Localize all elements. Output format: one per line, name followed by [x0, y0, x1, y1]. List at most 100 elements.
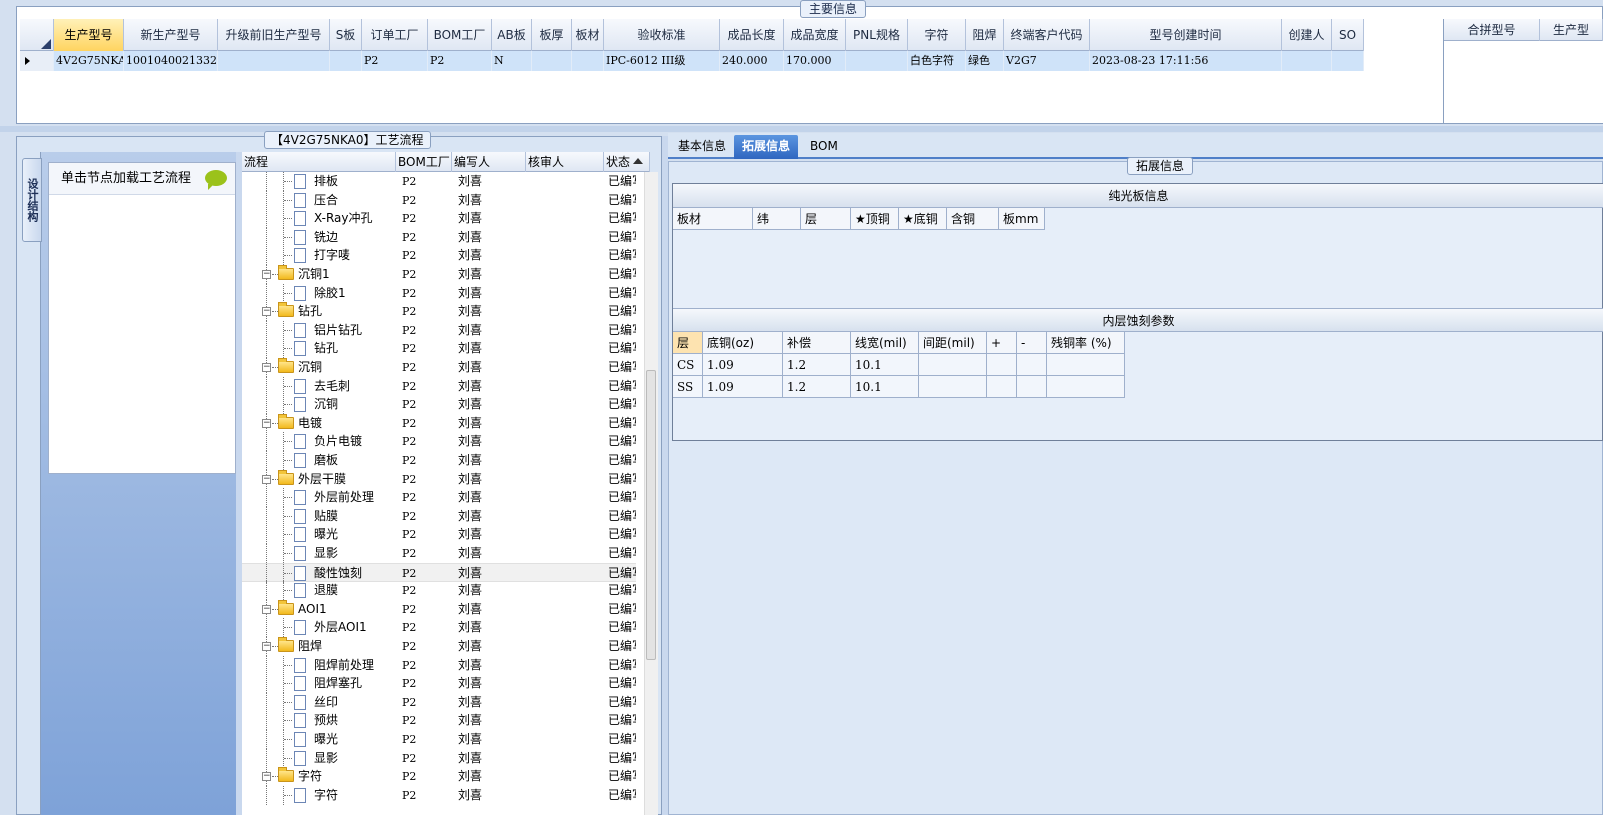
col-header[interactable]: 板材 — [572, 19, 604, 51]
tree-node[interactable]: 除胶1 — [242, 283, 396, 303]
tree-row[interactable]: 贴膜 P2 刘喜 已编写 — [242, 506, 636, 526]
tree-row[interactable]: X-Ray冲孔 P2 刘喜 已编写 — [242, 209, 636, 229]
table-cell[interactable]: 白色字符 — [908, 51, 966, 71]
tree-node[interactable]: 外层前处理 — [242, 488, 396, 508]
table-cell[interactable]: 2023-08-23 17:11:56 — [1090, 51, 1282, 71]
tree-node[interactable]: − AOI1 — [242, 599, 396, 619]
inner-etch-col-header[interactable]: 线宽(mil) — [851, 332, 919, 354]
pure-board-col-header[interactable]: ★顶铜 — [851, 208, 899, 230]
tree-node[interactable]: 外层AOI1 — [242, 618, 396, 638]
pure-board-col-header[interactable]: 板mm — [999, 208, 1045, 230]
table-cell[interactable] — [1282, 51, 1332, 71]
tree-row[interactable]: 外层前处理 P2 刘喜 已编写 — [242, 488, 636, 508]
table-cell[interactable]: CS — [673, 354, 703, 376]
tree-row[interactable]: 丝印 P2 刘喜 已编写 — [242, 692, 636, 712]
tree-node[interactable]: 贴膜 — [242, 506, 396, 526]
tree-node[interactable]: − 钻孔 — [242, 302, 396, 322]
col-header[interactable]: 创建人 — [1282, 19, 1332, 51]
tree-node[interactable]: 铣边 — [242, 227, 396, 247]
tree-node[interactable]: 排板 — [242, 172, 396, 191]
table-cell[interactable]: 10.1 — [851, 376, 919, 398]
tree-node[interactable]: 酸性蚀刻 — [242, 563, 396, 583]
pure-board-col-header[interactable]: 含铜 — [947, 208, 999, 230]
tree-node[interactable]: 沉铜 — [242, 395, 396, 415]
table-cell[interactable]: 10010400213321 — [124, 51, 218, 71]
table-cell[interactable] — [987, 354, 1017, 376]
col-header[interactable]: 生产型 — [1540, 19, 1603, 41]
table-cell[interactable]: 10.1 — [851, 354, 919, 376]
speech-bubble-icon[interactable] — [205, 170, 227, 190]
tree-node[interactable]: 丝印 — [242, 692, 396, 712]
col-header[interactable]: BOM工厂 — [428, 19, 492, 51]
table-cell[interactable] — [532, 51, 572, 71]
tree-node[interactable]: 显影 — [242, 544, 396, 563]
col-header[interactable]: 升级前旧生产型号 — [218, 19, 330, 51]
tree-node[interactable]: 去毛刺 — [242, 376, 396, 396]
pure-board-col-header[interactable]: 纬 — [753, 208, 801, 230]
nav-header[interactable]: 单击节点加载工艺流程 — [49, 163, 235, 195]
tree-node[interactable]: 压合 — [242, 190, 396, 210]
tree-row[interactable]: − 电镀 P2 刘喜 已编写 — [242, 413, 636, 433]
collapse-icon[interactable]: − — [262, 418, 271, 428]
col-header[interactable]: 合拼型号 — [1444, 19, 1540, 41]
tab-bom[interactable]: BOM — [802, 135, 846, 159]
process-tree-grid[interactable]: 流程 BOM工厂 编写人 核审人 状态 排板P2刘喜已编写压合P2刘喜已编写X-… — [242, 152, 650, 815]
table-cell[interactable]: 1.2 — [783, 376, 851, 398]
table-cell[interactable]: IPC-6012 III级 — [604, 51, 720, 71]
tab-extended-info[interactable]: 拓展信息 — [734, 135, 799, 159]
col-header[interactable]: S板 — [330, 19, 362, 51]
table-row[interactable]: CS 1.09 1.2 10.1 — [673, 354, 1125, 376]
merge-model-grid[interactable]: 合拼型号 生产型 — [1444, 19, 1603, 123]
tree-row[interactable]: − 字符 P2 刘喜 已编写 — [242, 767, 636, 787]
select-all-corner[interactable] — [20, 19, 54, 51]
tree-node[interactable]: 曝光 — [242, 730, 396, 749]
tab-design-structure[interactable]: 设计结构 — [22, 158, 42, 242]
tree-row[interactable]: 磨板 P2 刘喜 已编写 — [242, 451, 636, 470]
table-row[interactable]: SS 1.09 1.2 10.1 — [673, 376, 1125, 398]
tree-row[interactable]: − 沉铜 P2 刘喜 已编写 — [242, 358, 636, 377]
tree-row[interactable]: − AOI1 P2 刘喜 已编写 — [242, 599, 636, 619]
table-cell[interactable] — [1017, 354, 1047, 376]
tree-node[interactable]: 显影 — [242, 748, 396, 768]
tree-node[interactable]: 钻孔 — [242, 339, 396, 359]
tree-row[interactable]: − 沉铜1 P2 刘喜 已编写 — [242, 265, 636, 284]
tree-node[interactable]: 预烘 — [242, 711, 396, 731]
tree-node[interactable]: X-Ray冲孔 — [242, 209, 396, 229]
pure-board-col-header[interactable]: 层 — [801, 208, 851, 230]
tree-node[interactable]: − 外层干膜 — [242, 469, 396, 489]
col-reviewer[interactable]: 核审人 — [526, 152, 604, 172]
table-cell[interactable] — [1332, 51, 1364, 71]
tree-node[interactable]: − 沉铜1 — [242, 265, 396, 284]
inner-etch-col-header[interactable]: 残铜率 (%) — [1047, 332, 1125, 354]
col-header[interactable]: 成品长度 — [720, 19, 784, 51]
tree-row[interactable]: 负片电镀 P2 刘喜 已编写 — [242, 432, 636, 452]
collapse-icon[interactable]: − — [262, 363, 271, 372]
inner-etch-grid[interactable]: 层底铜(oz) 补偿 线宽(mil) 间距(mil) + - 残铜率 (%) CS 1.09 1.… — [673, 332, 1125, 398]
collapse-icon[interactable]: − — [262, 642, 271, 651]
tree-node[interactable]: 曝光 — [242, 525, 396, 545]
tree-node[interactable]: 退膜 — [242, 581, 396, 601]
tree-node[interactable]: − 沉铜 — [242, 358, 396, 377]
col-header[interactable]: 成品宽度 — [784, 19, 846, 51]
tree-node[interactable]: − 阻焊 — [242, 637, 396, 656]
table-cell[interactable]: P2 — [428, 51, 492, 71]
inner-etch-col-header[interactable]: - — [1017, 332, 1047, 354]
tree-row[interactable]: 曝光 P2 刘喜 已编写 — [242, 525, 636, 545]
tree-row[interactable]: 显影 P2 刘喜 已编写 — [242, 544, 636, 563]
col-header[interactable]: 字符 — [908, 19, 966, 51]
inner-etch-col-header[interactable]: 层 — [673, 332, 703, 354]
tree-row[interactable]: 排板 P2 刘喜 已编写 — [242, 172, 636, 191]
tree-node[interactable]: − 电镀 — [242, 413, 396, 433]
tree-row[interactable]: 压合 P2 刘喜 已编写 — [242, 190, 636, 210]
table-cell[interactable]: 1.09 — [703, 376, 783, 398]
tree-node[interactable]: 打字唛 — [242, 246, 396, 266]
tree-row[interactable]: − 阻焊 P2 刘喜 已编写 — [242, 637, 636, 656]
tab-basic-info[interactable]: 基本信息 — [670, 135, 734, 159]
collapse-icon[interactable]: − — [262, 307, 271, 317]
table-cell[interactable] — [330, 51, 362, 71]
tree-row[interactable]: − 钻孔 P2 刘喜 已编写 — [242, 302, 636, 322]
inner-etch-col-header[interactable]: + — [987, 332, 1017, 354]
product-grid[interactable]: 生产型号 新生产型号 升级前旧生产型号 S板 订单工厂 BOM工厂 AB板 板厚 板材 验收标准成… — [20, 19, 1444, 123]
table-cell[interactable]: 4V2G75NKA0 — [54, 51, 124, 71]
tree-row[interactable]: 沉铜 P2 刘喜 已编写 — [242, 395, 636, 415]
